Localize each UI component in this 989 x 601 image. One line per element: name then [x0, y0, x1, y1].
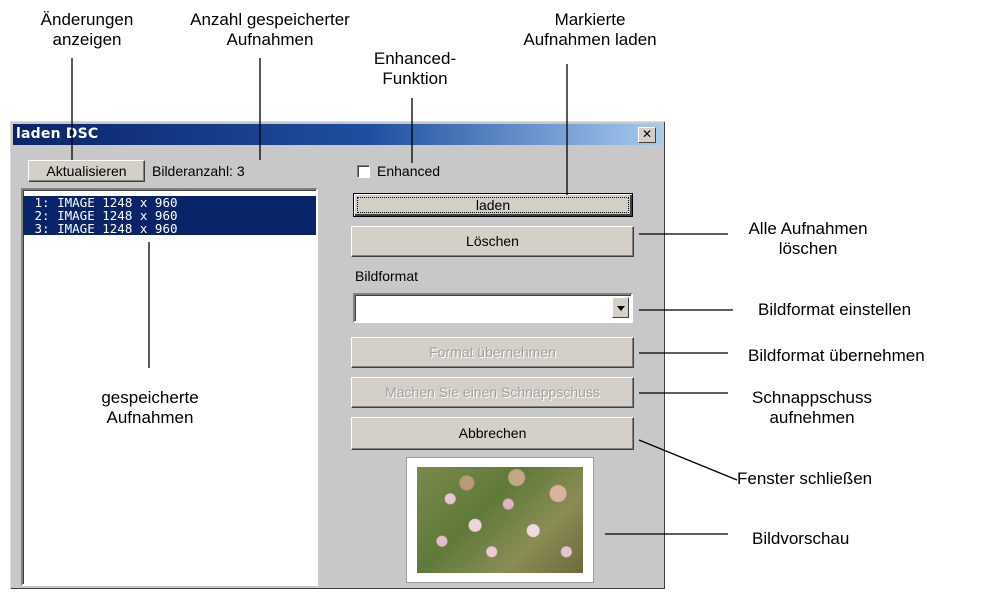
cancel-button[interactable]: Abbrechen — [351, 417, 634, 450]
load-button[interactable]: laden — [353, 193, 633, 217]
image-count-label: Bilderanzahl: 3 — [152, 163, 245, 179]
enhanced-checkbox[interactable] — [357, 165, 370, 178]
annotation-load-marked: Markierte Aufnahmen laden — [523, 10, 657, 49]
annotation-apply-format: Bildformat übernehmen — [748, 346, 925, 365]
snapshot-button[interactable]: Machen Sie einen Schnappschuss — [351, 377, 634, 408]
refresh-button[interactable]: Aktualisieren — [28, 160, 145, 182]
annotation-close-window: Fenster schließen — [737, 469, 873, 488]
apply-format-button[interactable]: Format übernehmen — [351, 337, 634, 368]
chevron-down-icon[interactable] — [612, 297, 629, 318]
format-select[interactable] — [353, 293, 633, 323]
list-item[interactable]: 3: IMAGE 1248 x 960 — [23, 222, 316, 235]
annotation-saved: gespeicherte Aufnahmen — [101, 388, 199, 427]
annotation-snapshot: Schnappschuss aufnehmen — [751, 388, 873, 427]
annotation-delete-all: Alle Aufnahmen löschen — [748, 219, 868, 258]
annotation-preview: Bildvorschau — [752, 529, 850, 548]
preview-photo — [417, 467, 583, 573]
annotation-enhanced: Enhanced- Funktion — [373, 49, 457, 88]
annotation-set-format: Bildformat einstellen — [758, 300, 912, 319]
close-icon[interactable]: ✕ — [638, 127, 656, 143]
title-bar[interactable]: laden DSC ✕ — [13, 124, 662, 145]
image-preview — [406, 457, 594, 583]
format-label: Bildformat — [355, 268, 419, 284]
saved-images-list[interactable]: 1: IMAGE 1248 x 960 2: IMAGE 1248 x 960 … — [21, 188, 318, 586]
window-title: laden DSC — [16, 126, 99, 142]
delete-button[interactable]: Löschen — [351, 226, 634, 257]
annotation-count: Anzahl gespeicherter Aufnahmen — [190, 10, 350, 49]
enhanced-label: Enhanced — [377, 163, 441, 179]
load-button-label: laden — [475, 197, 511, 213]
annotation-changes: Änderungen anzeigen — [40, 10, 134, 49]
